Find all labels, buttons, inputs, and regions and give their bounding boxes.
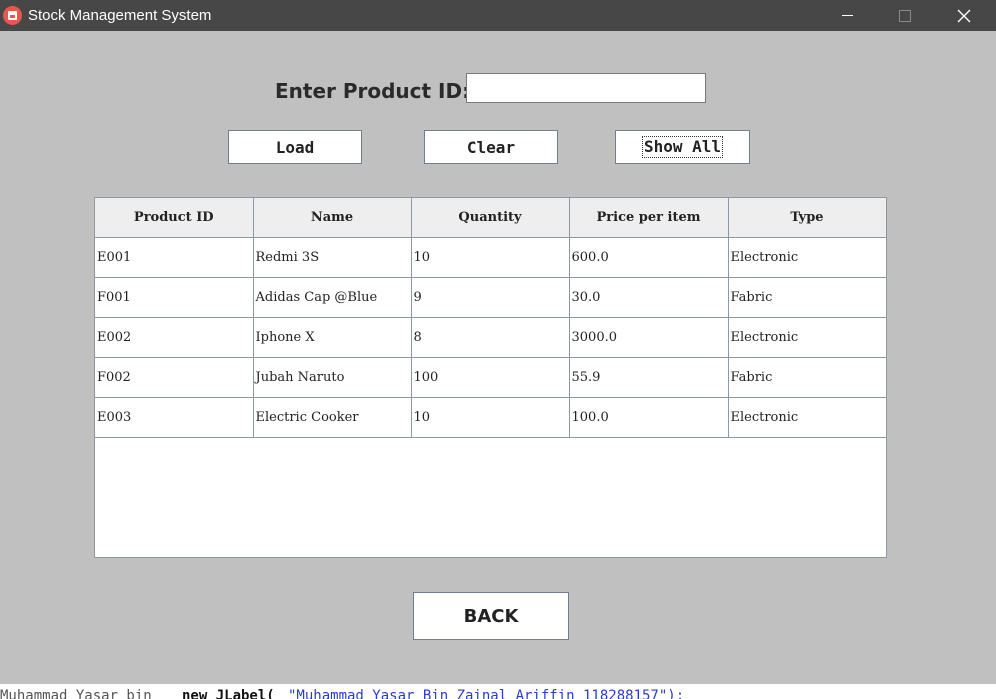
table-row[interactable]: E003 Electric Cooker 10 100.0 Electronic xyxy=(95,397,887,438)
window-title: Stock Management System xyxy=(28,7,212,24)
column-header-price[interactable]: Price per item xyxy=(569,198,729,238)
cell-price[interactable]: 30.0 xyxy=(569,277,729,318)
cell-price[interactable]: 600.0 xyxy=(569,237,729,278)
product-id-label: Enter Product ID: xyxy=(275,79,471,103)
cell-name[interactable]: Adidas Cap @Blue xyxy=(253,277,412,318)
cell-name[interactable]: Redmi 3S xyxy=(253,237,412,278)
table-header-row: Product ID Name Quantity Price per item … xyxy=(95,198,887,238)
cell-price[interactable]: 3000.0 xyxy=(569,317,729,358)
maximize-button[interactable] xyxy=(882,0,928,31)
column-header-product-id[interactable]: Product ID xyxy=(95,198,254,238)
background-text-middle: new JLabel( xyxy=(182,688,275,699)
table-row[interactable]: E001 Redmi 3S 10 600.0 Electronic xyxy=(95,237,887,278)
cell-type[interactable]: Fabric xyxy=(728,357,887,398)
cell-name[interactable]: Jubah Naruto xyxy=(253,357,412,398)
cell-product-id[interactable]: E002 xyxy=(95,317,254,358)
cell-product-id[interactable]: E001 xyxy=(95,237,254,278)
cell-price[interactable]: 100.0 xyxy=(569,397,729,438)
product-table[interactable]: Product ID Name Quantity Price per item … xyxy=(94,197,887,558)
cell-quantity[interactable]: 9 xyxy=(411,277,570,318)
close-button[interactable] xyxy=(941,0,987,31)
cell-type[interactable]: Electronic xyxy=(728,317,887,358)
minimize-icon xyxy=(841,15,853,16)
cell-quantity[interactable]: 10 xyxy=(411,397,570,438)
column-header-name[interactable]: Name xyxy=(253,198,412,238)
title-bar[interactable]: Stock Management System xyxy=(0,0,996,31)
cell-price[interactable]: 55.9 xyxy=(569,357,729,398)
column-header-quantity[interactable]: Quantity xyxy=(411,198,570,238)
cell-name[interactable]: Electric Cooker xyxy=(253,397,412,438)
background-text-left: Muhammad Yasar bin xyxy=(0,688,152,699)
table-row[interactable]: E002 Iphone X 8 3000.0 Electronic xyxy=(95,317,887,358)
background-editor-text: Muhammad Yasar bin new JLabel( "Muhammad… xyxy=(0,684,996,699)
show-all-label: Show All xyxy=(641,136,724,158)
close-icon xyxy=(957,9,971,22)
cell-quantity[interactable]: 8 xyxy=(411,317,570,358)
cell-product-id[interactable]: F002 xyxy=(95,357,254,398)
cell-product-id[interactable]: E003 xyxy=(95,397,254,438)
cell-quantity[interactable]: 10 xyxy=(411,237,570,278)
load-button[interactable]: Load xyxy=(228,130,362,164)
cell-product-id[interactable]: F001 xyxy=(95,277,254,318)
cell-quantity[interactable]: 100 xyxy=(411,357,570,398)
background-text-right: "Muhammad Yasar Bin Zainal Ariffin 11828… xyxy=(288,688,685,699)
minimize-button[interactable] xyxy=(824,0,870,31)
cell-type[interactable]: Electronic xyxy=(728,397,887,438)
column-header-type[interactable]: Type xyxy=(728,198,887,238)
table-row[interactable]: F002 Jubah Naruto 100 55.9 Fabric xyxy=(95,357,887,398)
cell-name[interactable]: Iphone X xyxy=(253,317,412,358)
product-id-input[interactable] xyxy=(466,73,706,103)
app-window: Stock Management System Enter Product ID… xyxy=(0,0,996,699)
show-all-button[interactable]: Show All xyxy=(615,130,750,164)
back-button[interactable]: BACK xyxy=(413,592,569,640)
stock-app-icon xyxy=(3,6,22,25)
cell-type[interactable]: Fabric xyxy=(728,277,887,318)
cell-type[interactable]: Electronic xyxy=(728,237,887,278)
clear-button[interactable]: Clear xyxy=(424,130,558,164)
maximize-icon xyxy=(899,9,911,22)
table-row[interactable]: F001 Adidas Cap @Blue 9 30.0 Fabric xyxy=(95,277,887,318)
